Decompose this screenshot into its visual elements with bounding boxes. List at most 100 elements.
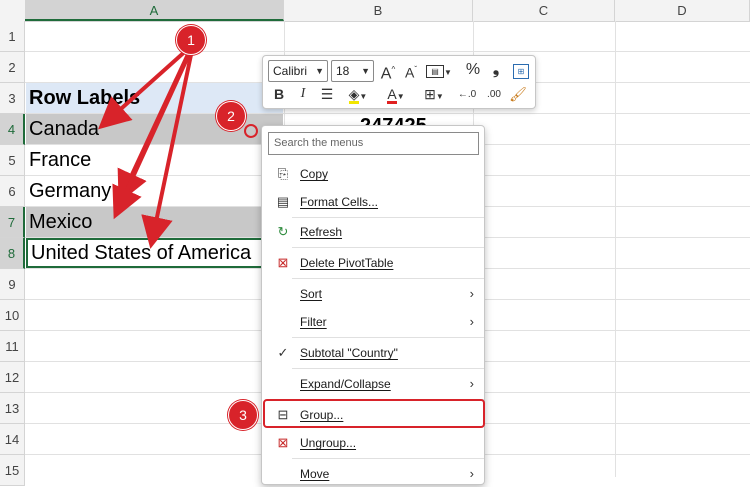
- menu-item-label: Refresh: [300, 225, 343, 239]
- italic-icon: I: [300, 86, 306, 101]
- column-header-b[interactable]: B: [284, 0, 473, 21]
- menu-search-input[interactable]: Search the menus: [268, 132, 479, 155]
- percent-icon: %: [465, 61, 481, 78]
- menu-item-label: Delete PivotTable: [300, 256, 394, 270]
- row-header-7[interactable]: 7: [0, 207, 25, 238]
- chevron-right-icon: ›: [469, 466, 474, 481]
- row-header-3[interactable]: 3: [0, 83, 25, 114]
- menu-item-label: Move: [300, 467, 330, 481]
- font-size-dropdown[interactable]: 18 ▼: [331, 60, 374, 82]
- chevron-down-icon: ▼: [315, 66, 324, 76]
- shrink-font-button[interactable]: Aˇ: [401, 60, 421, 82]
- cell-a6-germany[interactable]: Germany: [26, 176, 283, 206]
- refresh-icon: ↻: [277, 224, 289, 239]
- row-header-2[interactable]: 2: [0, 52, 25, 83]
- format-painter-button[interactable]: 🖌: [508, 84, 528, 106]
- row-header-5[interactable]: 5: [0, 145, 25, 176]
- menu-item-subtotal[interactable]: ✓ Subtotal "Country": [262, 340, 484, 366]
- delete-pivottable-icon: ⊠: [277, 255, 289, 270]
- menu-separator: [292, 278, 484, 279]
- menu-item-label: Expand/Collapse: [300, 377, 391, 391]
- menu-item-move[interactable]: Move ›: [262, 461, 484, 487]
- menu-separator: [292, 337, 484, 338]
- row-header-13[interactable]: 13: [0, 393, 25, 424]
- row-header-15[interactable]: 15: [0, 455, 25, 486]
- format-cells-icon: ▤: [276, 194, 290, 209]
- mini-toolbar: Calibri ▼ 18 ▼ A^ Aˇ ▤ ▼ % ❟ ⊞ B I ☰ ◈▼ A…: [262, 55, 536, 109]
- callout-badge-3: 3: [228, 400, 258, 430]
- row-header-4[interactable]: 4: [0, 114, 25, 145]
- menu-item-expand-collapse[interactable]: Expand/Collapse ›: [262, 371, 484, 397]
- column-header-a[interactable]: A: [25, 0, 284, 21]
- column-header-c[interactable]: C: [473, 0, 615, 21]
- increase-decimal-button[interactable]: .00: [482, 85, 506, 107]
- row-header-9[interactable]: 9: [0, 269, 25, 300]
- group-highlight-box: [263, 399, 485, 428]
- comma-style-button[interactable]: ❟: [489, 60, 503, 82]
- callout-badge-1: 1: [176, 25, 206, 55]
- align-center-button[interactable]: ☰: [318, 84, 336, 106]
- menu-separator: [292, 368, 484, 369]
- bold-button[interactable]: B: [271, 84, 287, 106]
- menu-item-sort[interactable]: Sort ›: [262, 281, 484, 307]
- row-header-10[interactable]: 10: [0, 300, 25, 331]
- format-table-button[interactable]: ⊞: [511, 60, 531, 82]
- column-header-row: A B C D: [0, 0, 750, 22]
- comma-icon: ❟: [492, 61, 500, 78]
- menu-item-label: Copy: [300, 167, 329, 181]
- font-size-value: 18: [336, 64, 350, 78]
- menu-item-ungroup[interactable]: ⊠ Ungroup...: [262, 430, 484, 456]
- row-header-8[interactable]: 8: [0, 238, 25, 269]
- row-header-11[interactable]: 11: [0, 331, 25, 362]
- menu-item-format-cells[interactable]: ▤ Format Cells...: [262, 189, 484, 215]
- row-header-6[interactable]: 6: [0, 176, 25, 207]
- menu-item-refresh[interactable]: ↻ Refresh: [262, 219, 484, 245]
- accounting-format-button[interactable]: ▤ ▼: [425, 60, 453, 82]
- context-menu: Search the menus ⎘ Copy ▤ Format Cells..…: [261, 125, 485, 485]
- menu-item-filter[interactable]: Filter ›: [262, 309, 484, 335]
- row-header-14[interactable]: 14: [0, 424, 25, 455]
- chevron-down-icon: ▼: [361, 66, 370, 76]
- cell-a5-france[interactable]: France: [26, 145, 283, 175]
- shrink-font-icon: A: [404, 64, 415, 81]
- menu-item-delete-pivottable[interactable]: ⊠ Delete PivotTable: [262, 250, 484, 276]
- ungroup-icon: ⊠: [277, 435, 289, 450]
- menu-item-label: Format Cells...: [300, 195, 379, 209]
- bold-icon: B: [273, 86, 285, 102]
- row-header-1[interactable]: 1: [0, 21, 25, 52]
- grow-font-button[interactable]: A^: [378, 60, 398, 82]
- font-color-icon: A: [387, 86, 397, 104]
- increase-decimal-icon: .00: [487, 89, 501, 100]
- select-all-corner[interactable]: [0, 0, 26, 21]
- decrease-decimal-icon: ←.0: [457, 89, 477, 100]
- chevron-right-icon: ›: [469, 286, 474, 301]
- callout-badge-2: 2: [216, 101, 246, 131]
- click-indicator-ring: [244, 124, 258, 138]
- menu-separator: [292, 458, 484, 459]
- currency-icon: ▤: [426, 64, 445, 78]
- row-header-12[interactable]: 12: [0, 362, 25, 393]
- borders-icon: ⊞: [424, 86, 436, 102]
- italic-button[interactable]: I: [296, 84, 310, 106]
- cell-a7-mexico[interactable]: Mexico: [26, 207, 283, 237]
- copy-icon: ⎘: [277, 166, 289, 181]
- paintbrush-icon: 🖌: [509, 86, 527, 102]
- menu-item-label: Sort: [300, 287, 323, 301]
- fill-color-button[interactable]: ◈▼: [343, 84, 373, 106]
- align-center-icon: ☰: [320, 86, 334, 102]
- menu-item-copy[interactable]: ⎘ Copy: [262, 161, 484, 187]
- column-header-d[interactable]: D: [615, 0, 750, 21]
- cell-a8-united-states[interactable]: United States of America: [26, 238, 283, 268]
- chevron-right-icon: ›: [469, 314, 474, 329]
- font-name-value: Calibri: [273, 64, 308, 78]
- table-format-icon: ⊞: [513, 63, 529, 79]
- decrease-decimal-button[interactable]: ←.0: [455, 85, 479, 107]
- menu-item-label: Filter: [300, 315, 327, 329]
- grid-line: [25, 51, 750, 52]
- grid-line: [615, 21, 616, 477]
- grow-font-icon: A: [380, 65, 392, 83]
- font-color-button[interactable]: A▼: [381, 84, 411, 106]
- percent-style-button[interactable]: %: [464, 60, 482, 82]
- borders-button[interactable]: ⊞▼: [419, 84, 449, 106]
- font-name-dropdown[interactable]: Calibri ▼: [268, 60, 328, 82]
